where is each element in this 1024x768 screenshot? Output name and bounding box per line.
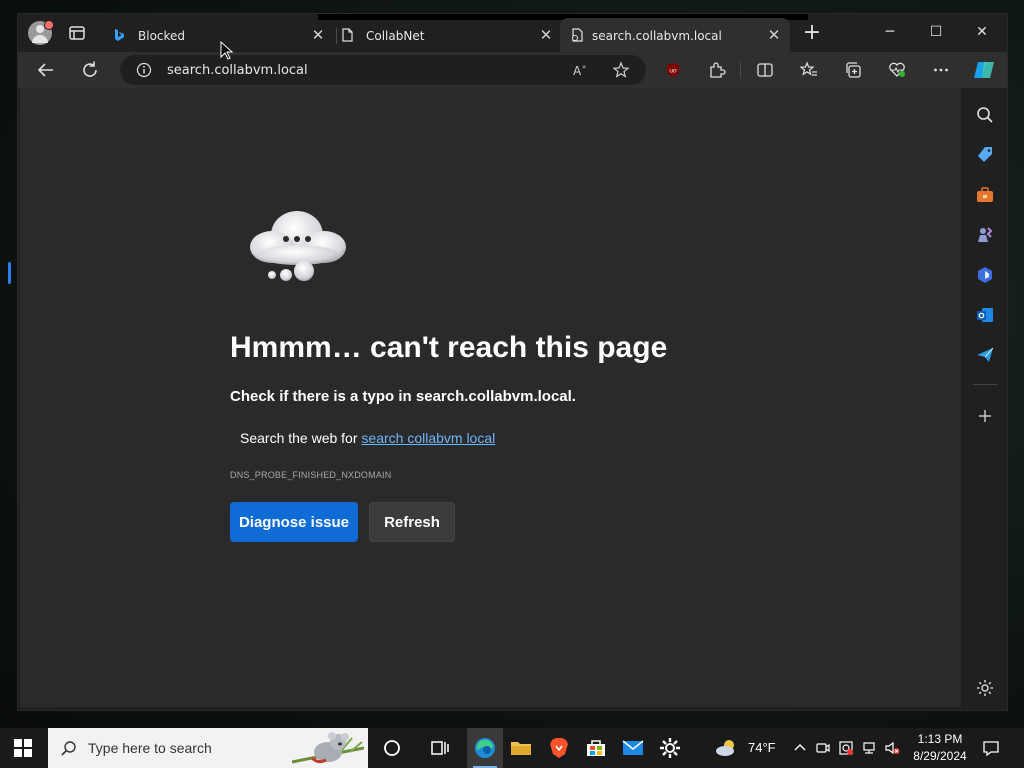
address-url[interactable]: search.collabvm.local xyxy=(167,63,308,78)
tab-collabnet[interactable]: CollabNet ✕ xyxy=(330,18,560,52)
site-info-icon[interactable] xyxy=(136,62,152,78)
profile-notification-dot xyxy=(44,20,54,30)
windows-start-icon[interactable] xyxy=(14,739,32,757)
diagnose-issue-button[interactable]: Diagnose issue xyxy=(230,502,358,542)
favorites-icon[interactable] xyxy=(799,61,818,79)
microsoft-365-icon[interactable] xyxy=(975,265,995,285)
broken-page-icon xyxy=(572,28,583,42)
minimize-icon[interactable]: ─ xyxy=(878,22,902,42)
cloud-error-icon xyxy=(250,211,346,281)
refresh-icon[interactable] xyxy=(78,58,102,82)
edge-browser-icon[interactable] xyxy=(473,736,497,760)
notifications-icon[interactable] xyxy=(982,739,1000,757)
maximize-icon[interactable]: ☐ xyxy=(924,22,948,42)
back-icon[interactable] xyxy=(34,58,58,82)
outlook-icon[interactable] xyxy=(975,305,995,325)
microsoft-store-icon[interactable] xyxy=(584,736,608,760)
settings-gear-icon[interactable] xyxy=(658,736,682,760)
error-code: DNS_PROBE_FINISHED_NXDOMAIN xyxy=(230,470,392,480)
tab-label: CollabNet xyxy=(366,29,425,43)
cortana-icon[interactable] xyxy=(380,736,404,760)
close-tab-icon[interactable]: ✕ xyxy=(310,27,326,43)
svg-text:A: A xyxy=(573,64,582,78)
close-tab-icon[interactable]: ✕ xyxy=(538,27,554,43)
page-content: Hmmm… can't reach this page Check if the… xyxy=(20,88,961,707)
error-headline: Hmmm… can't reach this page xyxy=(230,331,668,364)
search-suggestion: Search the web for search collabvm local xyxy=(240,430,495,446)
send-telegram-icon[interactable] xyxy=(975,345,995,365)
more-options-icon[interactable] xyxy=(932,61,950,79)
task-view-icon[interactable] xyxy=(428,736,452,760)
volume-muted-icon[interactable] xyxy=(884,740,900,756)
tools-briefcase-icon[interactable] xyxy=(975,185,995,205)
error-subtext: Check if there is a typo in search.colla… xyxy=(230,388,576,405)
clock-time: 1:13 PM xyxy=(917,732,963,746)
mouse-pointer-icon xyxy=(220,41,234,60)
svg-text:uo: uo xyxy=(669,68,677,75)
file-explorer-icon[interactable] xyxy=(509,736,533,760)
copilot-icon[interactable] xyxy=(972,58,996,82)
title-bar: Blocked ✕ CollabNet ✕ search.collabvm.lo… xyxy=(18,14,1007,52)
search-prefix: Search the web for xyxy=(240,430,358,446)
toolbar: search.collabvm.local A» uo xyxy=(18,52,1007,88)
toolbar-separator xyxy=(740,62,741,78)
read-aloud-icon[interactable]: A» xyxy=(572,61,590,79)
address-bar[interactable]: search.collabvm.local A» xyxy=(120,55,646,85)
taskbar: Type here to search 74°F 1:13 PM 8/29/20… xyxy=(0,728,1024,768)
network-icon[interactable] xyxy=(861,740,877,756)
search-icon xyxy=(61,741,76,756)
svg-text:»: » xyxy=(582,63,586,71)
new-tab-icon[interactable]: + xyxy=(802,22,822,44)
ublock-extension-icon[interactable]: uo xyxy=(664,61,682,79)
security-warning-icon[interactable] xyxy=(838,740,854,756)
tab-search-collabvm-local[interactable]: search.collabvm.local ✕ xyxy=(560,18,790,52)
favorite-star-icon[interactable] xyxy=(612,61,630,79)
tab-actions-icon[interactable] xyxy=(68,24,86,42)
bing-icon xyxy=(115,29,124,41)
shopping-tag-icon[interactable] xyxy=(975,145,995,165)
weather-cloud-icon[interactable] xyxy=(714,736,738,760)
page-icon xyxy=(342,28,353,42)
taskbar-search-input[interactable]: Type here to search xyxy=(48,728,368,768)
extensions-icon[interactable] xyxy=(708,61,726,79)
games-icon[interactable] xyxy=(975,225,995,245)
clock-date: 8/29/2024 xyxy=(913,749,967,763)
desktop-accent xyxy=(8,262,11,284)
tab-label: search.collabvm.local xyxy=(592,29,722,43)
browser-essentials-icon[interactable] xyxy=(888,61,906,79)
tab-label: Blocked xyxy=(138,29,186,43)
close-window-icon[interactable]: ✕ xyxy=(970,22,994,42)
edge-sidebar xyxy=(963,88,1007,710)
show-hidden-icons-chevron-icon[interactable] xyxy=(792,740,808,756)
search-web-link[interactable]: search collabvm local xyxy=(361,430,495,446)
meet-now-icon[interactable] xyxy=(815,740,831,756)
search-highlight-koala-icon xyxy=(292,732,364,764)
close-tab-icon[interactable]: ✕ xyxy=(766,27,782,43)
weather-temperature[interactable]: 74°F xyxy=(748,740,776,755)
brave-browser-icon[interactable] xyxy=(547,736,571,760)
tab-blocked[interactable]: Blocked ✕ xyxy=(102,18,332,52)
search-placeholder: Type here to search xyxy=(88,740,212,756)
mail-icon[interactable] xyxy=(621,736,645,760)
sidebar-divider xyxy=(973,384,997,385)
search-icon[interactable] xyxy=(975,105,995,125)
sidebar-settings-icon[interactable] xyxy=(975,678,995,698)
system-clock[interactable]: 1:13 PM 8/29/2024 xyxy=(910,731,970,765)
browser-window: Blocked ✕ CollabNet ✕ search.collabvm.lo… xyxy=(18,14,1007,710)
collections-icon[interactable] xyxy=(844,61,862,79)
add-sidebar-app-icon[interactable] xyxy=(975,406,995,426)
refresh-button[interactable]: Refresh xyxy=(369,502,455,542)
split-screen-icon[interactable] xyxy=(756,61,774,79)
